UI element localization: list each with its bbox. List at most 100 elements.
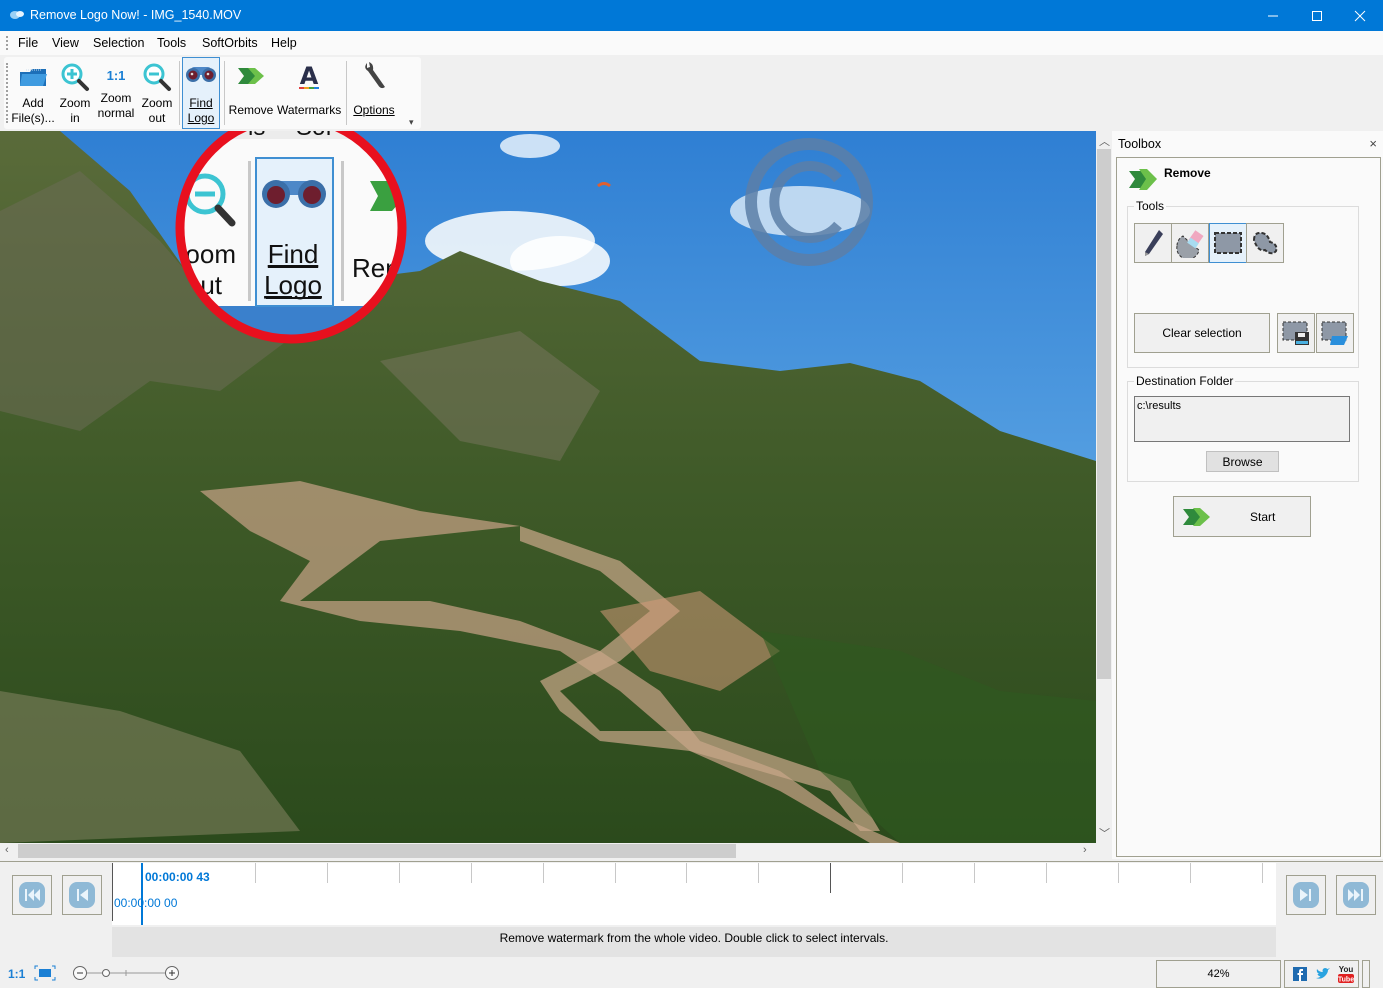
start-time-label: 00:00:00 00 bbox=[114, 896, 178, 910]
svg-text:You: You bbox=[1339, 965, 1354, 974]
svg-text:ls: ls bbox=[248, 131, 265, 141]
lasso-select-tool-button[interactable] bbox=[1246, 223, 1284, 263]
destination-folder-group: Destination Folder c:\results Browse bbox=[1127, 374, 1359, 482]
zoom-slider-thumb[interactable] bbox=[102, 969, 110, 977]
facebook-icon[interactable] bbox=[1293, 967, 1307, 981]
close-button[interactable] bbox=[1337, 0, 1383, 31]
pencil-tool-button[interactable] bbox=[1134, 223, 1172, 263]
twitter-icon[interactable] bbox=[1315, 967, 1331, 981]
save-selection-button[interactable] bbox=[1277, 313, 1315, 353]
maximize-button[interactable] bbox=[1294, 0, 1340, 31]
menu-grip bbox=[6, 36, 8, 50]
tools-group: Tools Clear selection bbox=[1127, 199, 1359, 368]
add-files-button[interactable]: Add File(s)... bbox=[10, 57, 56, 129]
toolbar-separator bbox=[346, 61, 347, 125]
toolbar-separator bbox=[179, 61, 180, 125]
next-frame-button[interactable] bbox=[1286, 875, 1326, 915]
menu-file[interactable]: File bbox=[18, 36, 38, 50]
toolbox-title: Toolbox bbox=[1118, 137, 1162, 151]
toolbox-close-icon[interactable]: × bbox=[1369, 136, 1377, 151]
timeline-major-tick bbox=[830, 863, 831, 893]
remove-section-icon bbox=[1129, 169, 1157, 190]
svg-text:Find: Find bbox=[268, 239, 319, 269]
zoom-normal-icon: 1:1 bbox=[106, 68, 126, 83]
previous-frame-button[interactable] bbox=[62, 875, 102, 915]
options-button[interactable]: Options bbox=[350, 57, 398, 129]
load-selection-button[interactable] bbox=[1316, 313, 1354, 353]
horizontal-scroll-thumb[interactable] bbox=[18, 844, 736, 858]
add-files-icon bbox=[20, 69, 47, 86]
menu-view[interactable]: View bbox=[52, 36, 79, 50]
toolbar-separator bbox=[224, 61, 225, 125]
zoom-ratio-button[interactable]: 1:1 bbox=[8, 967, 25, 981]
wrench-icon bbox=[365, 62, 385, 89]
browse-button[interactable]: Browse bbox=[1206, 451, 1279, 472]
timeline-hint[interactable]: Remove watermark from the whole video. D… bbox=[112, 927, 1276, 957]
horizontal-scrollbar[interactable]: ‹ › bbox=[0, 843, 1096, 859]
svg-text:Logo: Logo bbox=[264, 270, 322, 300]
menu-bar: File View Selection Tools SoftOrbits Hel… bbox=[0, 31, 1383, 55]
load-selection-icon bbox=[1321, 321, 1348, 345]
zoom-percent-display: 42% bbox=[1156, 960, 1281, 988]
skip-to-start-icon bbox=[19, 882, 45, 908]
next-icon bbox=[1293, 882, 1319, 908]
app-icon bbox=[10, 11, 24, 19]
youtube-icon[interactable]: You Tube bbox=[1337, 964, 1355, 984]
menu-tools[interactable]: Tools bbox=[157, 36, 186, 50]
zoom-out-button[interactable]: Zoom out bbox=[139, 57, 175, 129]
minimize-icon bbox=[1268, 15, 1278, 16]
menu-softorbits[interactable]: SoftOrbits bbox=[202, 36, 258, 50]
watermarks-button[interactable]: A Watermarks bbox=[277, 57, 341, 129]
minimize-button[interactable] bbox=[1250, 0, 1296, 31]
save-selection-icon bbox=[1282, 321, 1309, 345]
status-extra-pane bbox=[1362, 960, 1370, 988]
fit-to-window-icon[interactable] bbox=[34, 965, 56, 981]
toolbar-overflow-button[interactable]: ▾ bbox=[409, 117, 414, 128]
playhead[interactable] bbox=[141, 863, 143, 925]
binoculars-icon bbox=[186, 67, 216, 82]
destination-folder-field[interactable]: c:\results bbox=[1134, 396, 1350, 442]
svg-text:Sof: Sof bbox=[296, 131, 332, 141]
scroll-up-icon[interactable]: ︿ bbox=[1099, 133, 1110, 149]
toolbox-content: Remove Tools Clear selection Destination… bbox=[1116, 157, 1381, 857]
video-frame: Find Logo oom ut Ren ls Sof bbox=[0, 131, 1096, 843]
timeline-ruler[interactable]: 00:00:00 43 00:00:00 00 bbox=[112, 863, 1276, 925]
timeline: 00:00:00 43 00:00:00 00 Remove watermark… bbox=[0, 861, 1383, 957]
go-to-end-button[interactable] bbox=[1336, 875, 1376, 915]
vertical-scrollbar[interactable]: ︿ ﹀ bbox=[1096, 131, 1112, 843]
pencil-icon bbox=[1145, 230, 1163, 256]
section-title: Remove bbox=[1164, 166, 1211, 180]
start-arrow-icon bbox=[1183, 508, 1210, 526]
zoom-in-button[interactable]: Zoom in bbox=[57, 57, 93, 129]
previous-icon bbox=[69, 882, 95, 908]
clear-selection-button[interactable]: Clear selection bbox=[1134, 313, 1270, 353]
scroll-right-icon[interactable]: › bbox=[1083, 844, 1087, 856]
remove-arrow-icon bbox=[238, 68, 264, 84]
image-viewer[interactable]: Find Logo oom ut Ren ls Sof bbox=[0, 131, 1096, 843]
start-button[interactable]: Start bbox=[1173, 496, 1311, 537]
rectangle-select-icon bbox=[1214, 232, 1242, 254]
zoom-normal-button[interactable]: 1:1 Zoom normal bbox=[94, 57, 138, 129]
zoom-slider[interactable] bbox=[72, 964, 182, 982]
menu-selection[interactable]: Selection bbox=[93, 36, 144, 50]
eraser-tool-button[interactable] bbox=[1171, 223, 1209, 263]
svg-text:A: A bbox=[300, 62, 319, 90]
svg-text:oom: oom bbox=[185, 239, 236, 269]
go-to-start-button[interactable] bbox=[12, 875, 52, 915]
eraser-icon bbox=[1176, 230, 1204, 258]
status-bar: 1:1 42% You Tube bbox=[0, 957, 1383, 988]
lasso-select-icon bbox=[1252, 231, 1278, 255]
scroll-left-icon[interactable]: ‹ bbox=[5, 844, 9, 856]
rectangle-select-tool-button[interactable] bbox=[1209, 223, 1247, 263]
vertical-scroll-thumb[interactable] bbox=[1097, 149, 1111, 679]
watermarks-icon: A bbox=[299, 62, 319, 90]
scroll-down-icon[interactable]: ﹀ bbox=[1099, 825, 1110, 841]
menu-help[interactable]: Help bbox=[271, 36, 297, 50]
find-logo-button[interactable]: Find Logo bbox=[182, 57, 220, 129]
zoom-out-icon bbox=[143, 63, 171, 91]
window-title: Remove Logo Now! - IMG_1540.MOV bbox=[30, 8, 242, 22]
current-time-label: 00:00:00 43 bbox=[145, 870, 210, 884]
toolbox-panel: Toolbox × Remove Tools Clear selection D… bbox=[1112, 131, 1383, 859]
remove-button[interactable]: Remove bbox=[228, 57, 274, 129]
title-bar: Remove Logo Now! - IMG_1540.MOV bbox=[0, 0, 1383, 31]
